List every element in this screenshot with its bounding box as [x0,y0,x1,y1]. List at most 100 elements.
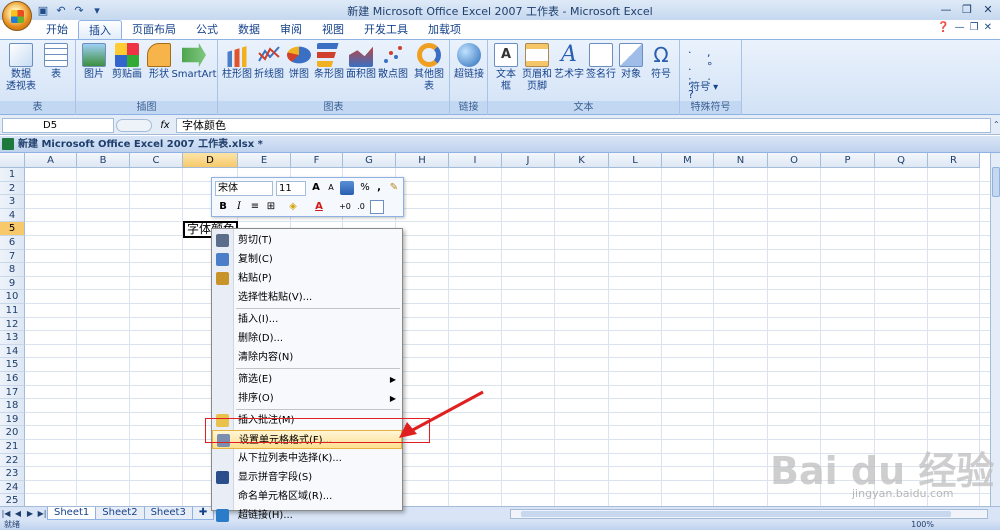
row-header-18[interactable]: 18 [0,399,25,413]
object-button[interactable]: 对象 [618,43,644,81]
next-sheet-icon[interactable]: ▶ [24,509,36,518]
row-header-24[interactable]: 24 [0,480,25,495]
merge-center-icon[interactable] [370,200,384,214]
column-header-P[interactable]: P [821,153,875,168]
tab-formulas[interactable]: 公式 [186,20,228,40]
row-header-10[interactable]: 10 [0,290,25,304]
row-header-6[interactable]: 6 [0,236,25,250]
symbol-button[interactable]: Ω 符号 [648,43,674,81]
expand-formula-icon[interactable]: ⌃ [993,120,1000,129]
font-name-box[interactable]: 宋体 [215,181,273,196]
row-header-9[interactable]: 9 [0,276,25,291]
row-header-14[interactable]: 14 [0,344,25,359]
shrink-font-icon[interactable]: A [324,181,338,195]
special-symbol-palette[interactable]: · , . ° ; : ? [688,46,734,102]
row-header-19[interactable]: 19 [0,412,25,427]
sheet-tab-2[interactable]: Sheet2 [95,507,145,520]
borders-icon[interactable]: ⊞ [264,200,278,214]
menu-item-9[interactable]: 筛选(E) ▶ [212,370,402,389]
font-size-box[interactable]: 11 [276,181,306,196]
pivot-table-button[interactable]: 数据 透视表 [4,43,38,93]
column-header-J[interactable]: J [502,153,555,168]
tab-addins[interactable]: 加载项 [418,20,471,40]
row-header-21[interactable]: 21 [0,440,25,454]
column-header-F[interactable]: F [291,153,343,168]
picture-button[interactable]: 图片 [82,43,106,81]
row-header-1[interactable]: 1 [0,168,25,182]
area-chart-button[interactable]: 面积图 [346,43,376,81]
column-chart-button[interactable]: 柱形图 [222,43,252,81]
column-header-R[interactable]: R [928,153,980,168]
formula-input[interactable]: 字体颜色 [176,118,991,133]
row-header-7[interactable]: 7 [0,249,25,264]
row-header-25[interactable]: 25 [0,494,25,506]
shapes-button[interactable]: 形状 [146,43,172,81]
clipart-button[interactable]: 剪贴画 [110,43,144,81]
menu-item-14[interactable]: 从下拉列表中选择(K)... [212,449,402,468]
column-header-B[interactable]: B [77,153,130,168]
textbox-button[interactable]: A 文本框 [492,43,520,93]
row-header-3[interactable]: 3 [0,195,25,209]
column-header-G[interactable]: G [343,153,396,168]
formula-bar-divider[interactable] [116,119,152,132]
signature-line-button[interactable]: 签名行 [586,43,616,81]
help-icon[interactable]: ❓ [937,22,949,33]
menu-item-15[interactable]: 显示拼音字段(S) [212,468,402,487]
row-header-17[interactable]: 17 [0,385,25,400]
percent-icon[interactable]: % [358,181,372,195]
column-header-Q[interactable]: Q [875,153,928,168]
menu-item-7[interactable]: 清除内容(N) [212,348,402,367]
row-header-5[interactable]: 5 [0,222,25,236]
bar-chart-button[interactable]: 条形图 [314,43,344,81]
tab-view[interactable]: 视图 [312,20,354,40]
smartart-button[interactable]: SmartArt [171,43,217,81]
column-header-A[interactable]: A [25,153,77,168]
tab-review[interactable]: 审阅 [270,20,312,40]
increase-decimal-icon[interactable]: +0 [338,200,352,214]
column-header-L[interactable]: L [609,153,662,168]
font-color-icon[interactable]: A [312,200,326,214]
wordart-button[interactable]: A 艺术字 [554,43,584,81]
decrease-decimal-icon[interactable]: .0 [354,200,368,214]
minimize-button[interactable]: — [936,1,956,17]
first-sheet-icon[interactable]: |◀ [0,509,12,518]
name-box[interactable]: D5 [2,118,114,133]
ribbon-close-icon[interactable]: ✕ [984,22,992,33]
cell-style-icon[interactable] [340,181,354,195]
row-header-23[interactable]: 23 [0,467,25,481]
menu-item-17[interactable]: 超链接(H)... [212,506,402,525]
horizontal-scroll-thumb[interactable] [521,511,951,517]
menu-item-2[interactable]: 粘贴(P) [212,269,402,288]
row-header-12[interactable]: 12 [0,317,25,332]
office-button[interactable] [2,1,32,31]
tab-home[interactable]: 开始 [36,20,78,40]
row-header-20[interactable]: 20 [0,426,25,440]
pie-chart-button[interactable]: 饼图 [286,43,312,81]
menu-item-5[interactable]: 插入(I)... [212,310,402,329]
column-header-C[interactable]: C [130,153,183,168]
comma-icon[interactable]: , [372,181,386,195]
row-header-16[interactable]: 16 [0,372,25,386]
bold-icon[interactable]: B [216,200,230,214]
italic-icon[interactable]: I [232,200,246,214]
close-button[interactable]: ✕ [978,1,998,17]
hyperlink-button[interactable]: 超链接 [454,43,484,81]
menu-item-16[interactable]: 命名单元格区域(R)... [212,487,402,506]
format-painter-icon[interactable]: ✎ [387,181,401,195]
column-header-I[interactable]: I [449,153,502,168]
menu-item-10[interactable]: 排序(O) ▶ [212,389,402,408]
center-align-icon[interactable]: ≡ [248,200,262,214]
column-header-D[interactable]: D [183,153,238,168]
row-header-4[interactable]: 4 [0,208,25,223]
maximize-button[interactable]: ❐ [957,1,977,17]
tab-developer[interactable]: 开发工具 [354,20,418,40]
tab-data[interactable]: 数据 [228,20,270,40]
row-header-8[interactable]: 8 [0,263,25,277]
menu-item-1[interactable]: 复制(C) [212,250,402,269]
menu-item-3[interactable]: 选择性粘贴(V)... [212,288,402,307]
row-header-2[interactable]: 2 [0,181,25,196]
special-symbol-dropdown[interactable]: 符号 ▾ [690,78,718,93]
tab-insert[interactable]: 插入 [78,20,122,40]
prev-sheet-icon[interactable]: ◀ [12,509,24,518]
column-header-K[interactable]: K [555,153,609,168]
